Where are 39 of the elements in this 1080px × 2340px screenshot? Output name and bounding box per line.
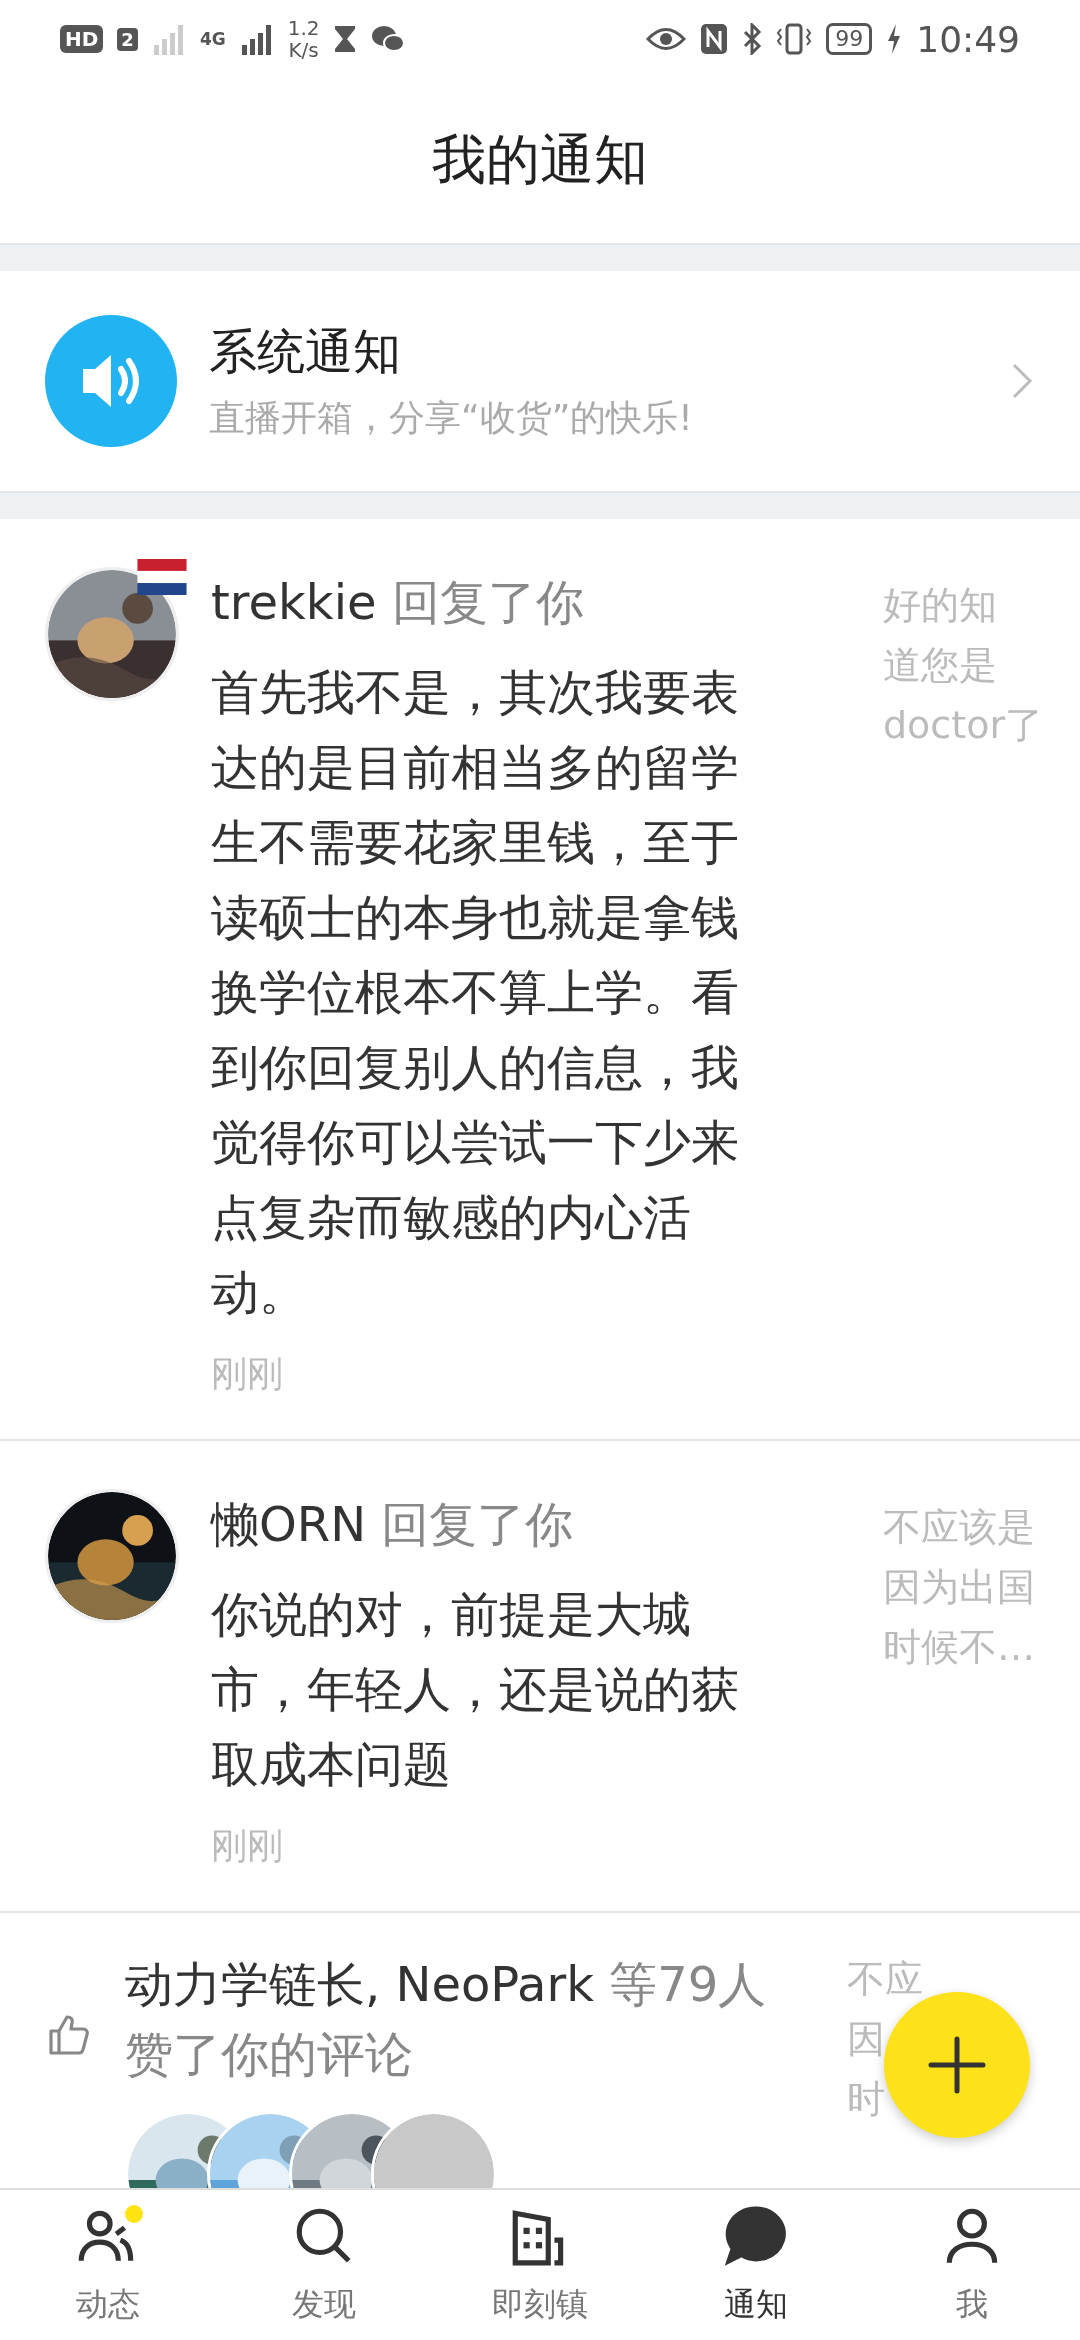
action-text: 回复了你: [391, 574, 584, 630]
signal-icon: [239, 23, 274, 55]
nav-tab[interactable]: 通知: [648, 2190, 864, 2340]
comment-preview: 不应该是 因为出国 时候不…: [883, 1504, 1036, 1671]
eye-icon: [646, 26, 687, 52]
comment-preview: 不应 因 时: [847, 1956, 924, 2123]
action-text: 回复了你: [381, 1496, 574, 1552]
sim-indicator: 2: [117, 27, 138, 51]
network-label: 4G: [199, 29, 226, 49]
timestamp: 刚刚: [211, 1352, 284, 1396]
nav-tab[interactable]: 我: [864, 2190, 1080, 2340]
notice-subtitle: 直播开箱，分享“收货”的快乐!: [209, 395, 694, 440]
vibrate-icon: [776, 23, 813, 55]
nfc-icon: [700, 23, 729, 55]
user-name[interactable]: trekkie: [211, 574, 377, 630]
plus-icon: [927, 2035, 987, 2095]
nav-tab[interactable]: 发现: [216, 2190, 432, 2340]
hd-indicator: HD: [60, 25, 104, 53]
action-text: 赞了你的评论: [125, 2025, 414, 2084]
charging-icon: [886, 23, 903, 55]
like-count: 等79人: [609, 1956, 767, 2012]
timestamp: 刚刚: [211, 1824, 284, 1868]
reply-text: 你说的对，前提是大城市，年轻人，还是说的获取成本问题: [211, 1585, 740, 1794]
clock: 10:49: [916, 18, 1020, 60]
battery-indicator: 99: [826, 23, 873, 55]
bluetooth-icon: [742, 23, 763, 55]
speaker-icon: [45, 315, 177, 447]
speed-unit: K/s: [288, 39, 319, 61]
reply-text: 首先我不是，其次我要表达的是目前相当多的留学生不需要花家里钱，至于读硕士的本身也就是拿钱换学位根本不算上学。看到你回复别人的信息，我觉得你可以尝试一下少来点复杂而敏感的内心活动。: [211, 663, 740, 1322]
signal-icon: [151, 23, 186, 55]
user-names[interactable]: 动力学链长, NeoPark: [125, 1956, 595, 2012]
nav-tab[interactable]: 即刻镇: [432, 2190, 648, 2340]
hourglass-icon: [333, 24, 358, 54]
speed-value: 1.2: [287, 17, 320, 39]
page-title: 我的通知: [432, 127, 648, 193]
comment-preview: 好的知 道您是 doctor了: [883, 582, 1045, 749]
nav-tab[interactable]: 动态: [0, 2190, 216, 2340]
user-name[interactable]: 懒ORN: [211, 1496, 367, 1552]
notice-title: 系统通知: [209, 321, 402, 381]
